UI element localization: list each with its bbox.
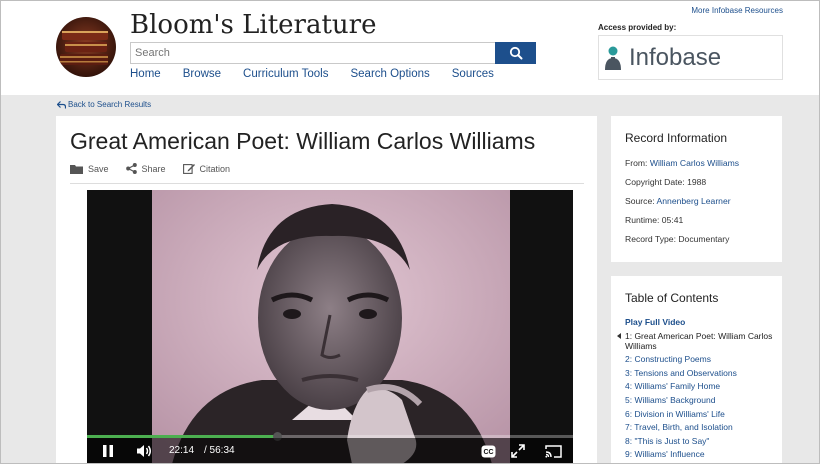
record-information-panel: Record Information From: William Carlos … <box>611 116 782 262</box>
toc-item[interactable]: 2: Constructing Poems <box>625 354 782 364</box>
runtime-line: Runtime: 05:41 <box>625 215 684 225</box>
save-label: Save <box>88 163 109 174</box>
record-card: Great American Poet: William Carlos Will… <box>56 116 597 464</box>
portrait-image <box>152 190 510 464</box>
back-to-search-results[interactable]: Back to Search Results <box>57 100 151 109</box>
nav-curriculum-tools[interactable]: Curriculum Tools <box>243 68 328 80</box>
provider-name: Infobase <box>629 43 722 71</box>
citation-button[interactable]: Citation <box>182 163 231 174</box>
share-label: Share <box>141 163 166 174</box>
record-information-title: Record Information <box>625 131 728 145</box>
volume-icon <box>137 445 151 457</box>
toc-title: Table of Contents <box>625 291 719 305</box>
toc-item[interactable]: 5: Williams' Background <box>625 395 782 405</box>
nav-home[interactable]: Home <box>130 68 161 80</box>
back-link-label: Back to Search Results <box>68 100 152 109</box>
from-link[interactable]: William Carlos Williams <box>650 158 739 168</box>
nav-search-options[interactable]: Search Options <box>350 68 429 80</box>
from-line: From: William Carlos Williams <box>625 158 782 168</box>
share-icon <box>125 163 137 174</box>
search-button[interactable] <box>495 42 536 64</box>
volume-button[interactable] <box>133 438 155 464</box>
toc-item[interactable]: 3: Tensions and Observations <box>625 368 782 378</box>
search-input[interactable] <box>130 42 496 64</box>
folder-icon <box>70 164 83 174</box>
toc-list: Play Full Video 1: Great American Poet: … <box>617 317 782 459</box>
toc-item[interactable]: 7: Travel, Birth, and Isolation <box>625 422 782 432</box>
captions-button[interactable]: CC <box>478 438 498 464</box>
share-button[interactable]: Share <box>125 163 166 174</box>
current-chapter-marker-icon <box>617 332 621 339</box>
back-arrow-icon <box>57 100 66 108</box>
table-of-contents-panel: Table of Contents Play Full Video 1: Gre… <box>611 276 782 464</box>
save-button[interactable]: Save <box>70 163 109 174</box>
video-controls: 22:14 / 56:34 CC <box>87 438 573 464</box>
divider <box>70 183 584 184</box>
source-label: Source: <box>625 196 655 206</box>
nav-sources[interactable]: Sources <box>452 68 494 80</box>
access-label: Access provided by: <box>598 23 677 32</box>
page-title: Great American Poet: William Carlos Will… <box>70 128 536 154</box>
citation-label: Citation <box>199 163 231 174</box>
infobase-person-icon <box>605 46 621 70</box>
site-header: Bloom's Literature Home Browse Curriculu… <box>0 0 820 95</box>
svg-text:CC: CC <box>483 449 493 456</box>
cast-icon <box>544 444 562 458</box>
toc-item-label: 1: Great American Poet: William Carlos W… <box>625 330 773 351</box>
source-line: Source: Annenberg Learner <box>625 196 782 206</box>
video-frame[interactable] <box>152 190 510 464</box>
source-link[interactable]: Annenberg Learner <box>657 196 731 206</box>
toc-item[interactable]: 9: Williams' Influence <box>625 449 782 459</box>
toc-item[interactable]: 4: Williams' Family Home <box>625 381 782 391</box>
pause-icon <box>103 445 113 457</box>
current-time: 22:14 <box>169 445 195 456</box>
pause-button[interactable] <box>97 438 119 464</box>
fullscreen-icon <box>511 444 525 458</box>
closed-captions-icon: CC <box>481 445 495 457</box>
provider-logo[interactable]: Infobase <box>598 35 783 80</box>
nav-browse[interactable]: Browse <box>183 68 221 80</box>
more-infobase-resources-link[interactable]: More Infobase Resources <box>691 6 783 15</box>
toc-item[interactable]: 6: Division in Williams' Life <box>625 409 782 419</box>
from-label: From: <box>625 158 648 168</box>
copyright-line: Copyright Date: 1988 <box>625 177 707 187</box>
search-icon <box>509 46 522 60</box>
site-title[interactable]: Bloom's Literature <box>130 10 377 40</box>
duration: / 56:34 <box>204 445 235 456</box>
toc-item[interactable]: 8: "This is Just to Say" <box>625 436 782 446</box>
play-full-video-link[interactable]: Play Full Video <box>625 317 782 327</box>
record-actions: Save Share Citation <box>70 163 247 174</box>
video-player[interactable]: 22:14 / 56:34 CC <box>87 190 573 464</box>
main-nav: Home Browse Curriculum Tools Search Opti… <box>130 68 516 80</box>
cast-button[interactable] <box>542 438 564 464</box>
record-type-line: Record Type: Documentary <box>625 234 730 244</box>
toc-item-current[interactable]: 1: Great American Poet: William Carlos W… <box>617 330 782 351</box>
bloom-logo[interactable] <box>56 17 116 77</box>
edit-icon <box>182 164 195 174</box>
fullscreen-button[interactable] <box>508 438 528 464</box>
